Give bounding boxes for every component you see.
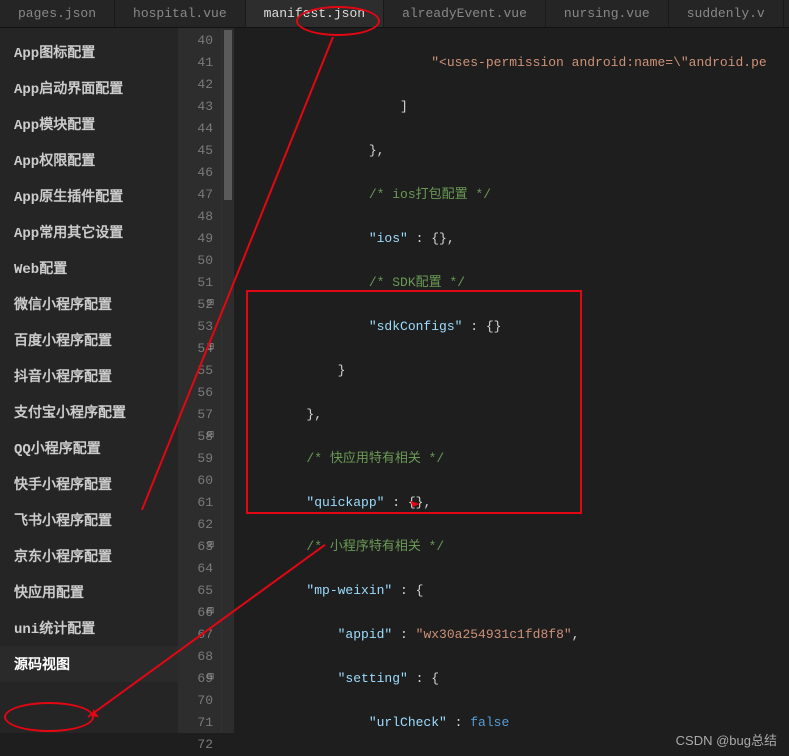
sidebar-item-apppermission[interactable]: App权限配置 xyxy=(0,142,178,178)
code-text: /* 小程序特有相关 */ xyxy=(306,539,444,554)
scrollbar-thumb[interactable] xyxy=(224,30,232,200)
sidebar-item-label: App启动界面配置 xyxy=(14,82,123,98)
line-number-gutter: 40414243444546474849505152⊟5354⊟55565758… xyxy=(178,28,222,733)
code-text: "sdkConfigs" xyxy=(369,319,463,334)
sidebar-item-label: 飞书小程序配置 xyxy=(14,514,112,530)
fold-icon[interactable]: ⊟ xyxy=(206,672,215,681)
code-text: }, xyxy=(306,407,322,422)
code-text: : { xyxy=(408,671,439,686)
code-text: /* 快应用特有相关 */ xyxy=(306,451,444,466)
code-text: /* SDK配置 */ xyxy=(369,275,465,290)
code-text: "urlCheck" xyxy=(369,715,447,730)
sidebar-item-label: QQ小程序配置 xyxy=(14,442,101,458)
fold-icon[interactable]: ⊟ xyxy=(206,430,215,439)
sidebar-item-label: 源码视图 xyxy=(14,658,70,674)
tab-hospital-vue[interactable]: hospital.vue xyxy=(115,0,246,27)
sidebar-item-label: 快应用配置 xyxy=(14,586,84,602)
tab-pages-json[interactable]: pages.json xyxy=(0,0,115,27)
sidebar-item-label: App原生插件配置 xyxy=(14,190,123,206)
tab-label: nursing.vue xyxy=(564,6,650,21)
tab-manifest-json[interactable]: manifest.json xyxy=(246,0,384,27)
sidebar-item-label: 抖音小程序配置 xyxy=(14,370,112,386)
sidebar-item-appmodule[interactable]: App模块配置 xyxy=(0,106,178,142)
tab-label: pages.json xyxy=(18,6,96,21)
fold-icon[interactable]: ⊟ xyxy=(206,298,215,307)
sidebar-item-label: App图标配置 xyxy=(14,46,95,62)
sidebar-item-feishu[interactable]: 飞书小程序配置 xyxy=(0,502,178,538)
code-text: "ios" xyxy=(369,231,408,246)
fold-icon[interactable]: ⊟ xyxy=(206,342,215,351)
code-area[interactable]: "<uses-permission android:name=\"android… xyxy=(234,28,789,733)
tab-alreadyevent-vue[interactable]: alreadyEvent.vue xyxy=(384,0,546,27)
tab-nursing-vue[interactable]: nursing.vue xyxy=(546,0,669,27)
code-text: "wx30a254931c1fd8f8" xyxy=(416,627,572,642)
sidebar: App图标配置 App启动界面配置 App模块配置 App权限配置 App原生插… xyxy=(0,28,178,733)
code-text: : {}, xyxy=(384,495,431,510)
code-text: false xyxy=(470,715,509,730)
tab-bar: pages.json hospital.vue manifest.json al… xyxy=(0,0,789,28)
tab-label: manifest.json xyxy=(264,6,365,21)
code-text: /* ios打包配置 */ xyxy=(369,187,491,202)
code-text: }, xyxy=(369,143,385,158)
sidebar-item-kuaishou[interactable]: 快手小程序配置 xyxy=(0,466,178,502)
sidebar-item-jd[interactable]: 京东小程序配置 xyxy=(0,538,178,574)
tab-label: alreadyEvent.vue xyxy=(402,6,527,21)
sidebar-item-alipay[interactable]: 支付宝小程序配置 xyxy=(0,394,178,430)
code-text: "appid" xyxy=(338,627,393,642)
sidebar-item-appicon[interactable]: App图标配置 xyxy=(0,34,178,70)
sidebar-item-appother[interactable]: App常用其它设置 xyxy=(0,214,178,250)
sidebar-item-label: 支付宝小程序配置 xyxy=(14,406,126,422)
tab-suddenly-vue[interactable]: suddenly.v xyxy=(669,0,784,27)
fold-icon[interactable]: ⊟ xyxy=(206,540,215,549)
sidebar-item-qq[interactable]: QQ小程序配置 xyxy=(0,430,178,466)
sidebar-item-appsplash[interactable]: App启动界面配置 xyxy=(0,70,178,106)
tab-label: hospital.vue xyxy=(133,6,227,21)
scrollbar-track[interactable] xyxy=(222,28,234,733)
sidebar-item-label: App常用其它设置 xyxy=(14,226,123,242)
sidebar-item-sourceview[interactable]: 源码视图 xyxy=(0,646,178,682)
sidebar-item-label: App权限配置 xyxy=(14,154,95,170)
sidebar-item-label: 百度小程序配置 xyxy=(14,334,112,350)
code-text: "quickapp" xyxy=(306,495,384,510)
sidebar-item-label: Web配置 xyxy=(14,262,67,278)
code-editor[interactable]: 40414243444546474849505152⊟5354⊟55565758… xyxy=(178,28,789,733)
sidebar-item-label: uni统计配置 xyxy=(14,622,95,638)
sidebar-item-douyin[interactable]: 抖音小程序配置 xyxy=(0,358,178,394)
tab-label: suddenly.v xyxy=(687,6,765,21)
sidebar-item-baidu[interactable]: 百度小程序配置 xyxy=(0,322,178,358)
sidebar-item-web[interactable]: Web配置 xyxy=(0,250,178,286)
sidebar-item-quickapp[interactable]: 快应用配置 xyxy=(0,574,178,610)
sidebar-item-label: 微信小程序配置 xyxy=(14,298,112,314)
sidebar-item-label: 快手小程序配置 xyxy=(14,478,112,494)
code-text: "<uses-permission android:name=\"android… xyxy=(431,55,766,70)
code-text: : {} xyxy=(462,319,501,334)
sidebar-item-appnative[interactable]: App原生插件配置 xyxy=(0,178,178,214)
code-text: : { xyxy=(392,583,423,598)
code-text: "mp-weixin" xyxy=(306,583,392,598)
sidebar-item-wechat[interactable]: 微信小程序配置 xyxy=(0,286,178,322)
sidebar-item-label: App模块配置 xyxy=(14,118,95,134)
watermark: CSDN @bug总结 xyxy=(676,730,777,749)
code-text: } xyxy=(338,363,346,378)
code-text: : {}, xyxy=(408,231,455,246)
code-text: "setting" xyxy=(338,671,408,686)
code-text: ] xyxy=(400,99,408,114)
sidebar-item-unistat[interactable]: uni统计配置 xyxy=(0,610,178,646)
sidebar-item-label: 京东小程序配置 xyxy=(14,550,112,566)
fold-icon[interactable]: ⊟ xyxy=(206,606,215,615)
